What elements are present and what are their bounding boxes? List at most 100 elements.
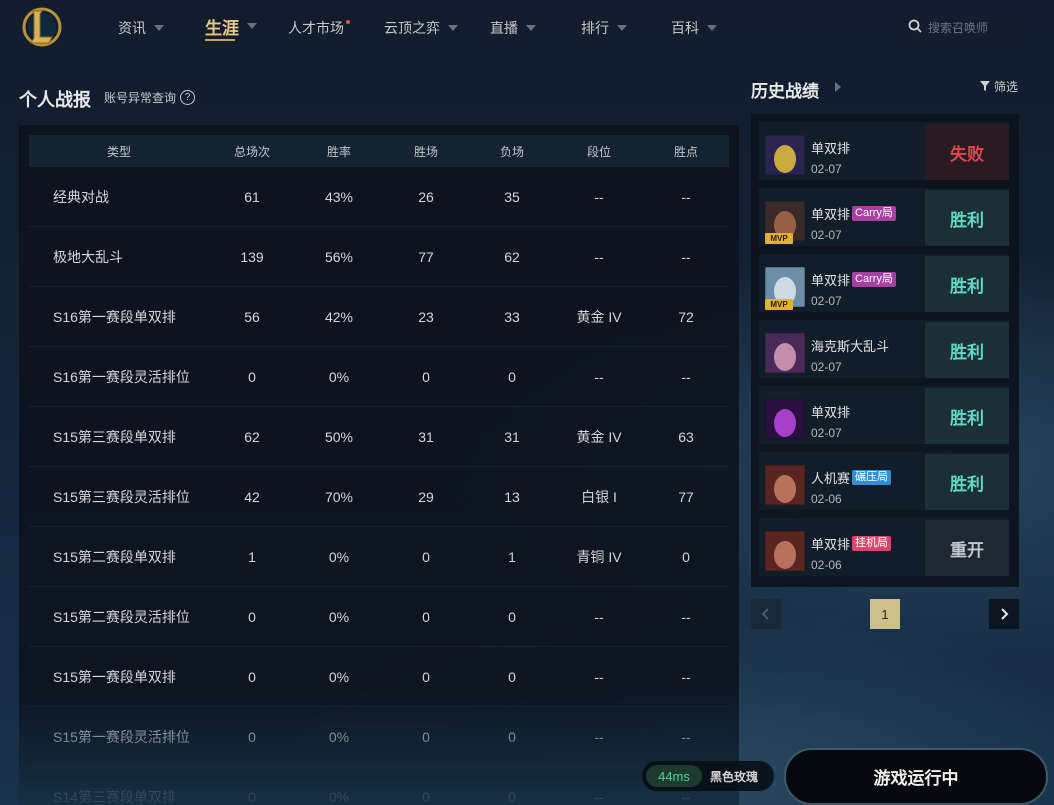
play-button[interactable]: 游戏运行中 — [784, 748, 1048, 805]
table-cell: 31 — [418, 428, 434, 445]
table-cell: 0 — [508, 608, 516, 625]
question-circle-icon[interactable]: ? — [180, 90, 196, 105]
table-row: S16第一赛段灵活排位 0 0% 0 0 -- -- — [29, 347, 729, 407]
match-tag: Carry局 — [852, 206, 896, 221]
table-cell: 50% — [324, 428, 354, 445]
filter-button[interactable]: 筛选 — [980, 78, 1018, 95]
nav-tft[interactable]: 云顶之弈 — [384, 16, 458, 40]
match-card[interactable]: 海克斯大乱斗 02-07 胜利 — [759, 320, 1009, 378]
nav-news[interactable]: 资讯 — [118, 16, 164, 40]
match-tag: 挂机局 — [852, 536, 892, 551]
table-cell: 1 — [248, 548, 256, 565]
chevron-down-icon — [707, 25, 717, 31]
nav-career[interactable]: 生涯 — [205, 14, 257, 41]
table-cell: 0 — [422, 788, 430, 805]
table-cell: S15第一赛段单双排 — [53, 668, 176, 685]
table-cell: 72 — [678, 308, 694, 325]
nav-talent-market[interactable]: 人才市场 — [288, 16, 350, 40]
chevron-down-icon — [448, 25, 458, 31]
filter-label: 筛选 — [994, 80, 1019, 94]
column-header: 负场 — [499, 144, 524, 159]
page-number-button[interactable]: 1 — [870, 599, 900, 629]
search-icon — [908, 19, 922, 38]
table-row: S15第一赛段灵活排位 0 0% 0 0 -- -- — [29, 707, 729, 767]
table-cell: 62 — [504, 248, 520, 265]
table-cell: 13 — [504, 488, 520, 505]
match-card[interactable]: 单双排 挂机局 02-06 重开 — [759, 518, 1009, 576]
table-cell: 0% — [328, 608, 350, 625]
table-row: S15第三赛段单双排 62 50% 31 31 黄金 IV 63 — [29, 407, 729, 467]
match-card[interactable]: MVP 单双排 Carry局 02-07 胜利 — [759, 254, 1009, 312]
table-cell: 0 — [248, 728, 256, 745]
match-card[interactable]: 单双排 02-07 胜利 — [759, 386, 1009, 444]
account-abnormal-label: 账号异常查询 — [104, 91, 177, 105]
active-underline — [205, 39, 235, 41]
mvp-badge: MVP — [765, 233, 793, 244]
stats-table-header: 类型 总场次 胜率 胜场 负场 段位 胜点 — [29, 135, 729, 167]
table-cell: S15第三赛段灵活排位 — [53, 488, 190, 505]
match-mode-label: 海克斯大乱斗 — [811, 339, 890, 354]
match-result: 胜利 — [925, 454, 1009, 510]
column-header: 胜场 — [413, 144, 438, 159]
table-cell: 0 — [422, 728, 430, 745]
table-cell: -- — [594, 188, 604, 205]
table-cell: 0 — [248, 668, 256, 685]
match-date: 02-07 — [811, 162, 842, 176]
account-abnormal-link[interactable]: 账号异常查询 ? — [104, 89, 196, 106]
table-row: S16第一赛段单双排 56 42% 23 33 黄金 IV 72 — [29, 287, 729, 347]
league-logo[interactable] — [22, 5, 62, 49]
ping-value: 44ms — [646, 765, 702, 787]
table-cell: 77 — [418, 248, 434, 265]
column-header: 胜点 — [673, 144, 698, 159]
champion-avatar — [765, 465, 805, 505]
table-cell: 黄金 IV — [576, 428, 622, 445]
match-card[interactable]: MVP 单双排 Carry局 02-07 胜利 — [759, 188, 1009, 246]
chevron-right-icon[interactable] — [835, 82, 841, 92]
nav-talent-market-label: 人才市场 — [288, 20, 344, 36]
match-date: 02-07 — [811, 426, 842, 440]
table-cell: 77 — [678, 488, 694, 505]
history-title[interactable]: 历史战绩 — [751, 77, 819, 102]
table-cell: 0 — [422, 668, 430, 685]
match-mode: 人机赛 碾压局 — [811, 468, 892, 487]
table-cell: 70% — [324, 488, 354, 505]
table-cell: 42% — [324, 308, 354, 325]
prev-page-button[interactable] — [751, 599, 781, 629]
match-mode-label: 人机赛 — [811, 471, 851, 486]
table-cell: 青铜 IV — [576, 548, 622, 565]
search-input[interactable] — [928, 21, 1020, 35]
server-status: 44ms 黑色玫瑰 — [642, 761, 774, 791]
next-page-button[interactable] — [989, 599, 1019, 629]
match-card[interactable]: 单双排 02-07 失败 — [759, 122, 1009, 180]
match-mode: 海克斯大乱斗 — [811, 336, 889, 355]
summoner-search[interactable] — [898, 15, 1024, 41]
table-cell: 29 — [418, 488, 434, 505]
stats-table-body: 经典对战 61 43% 26 35 -- -- 极地大乱斗 139 56% 77 62 -- -- S16第… — [29, 167, 729, 805]
table-cell: S15第三赛段单双排 — [53, 428, 176, 445]
table-cell: 0 — [248, 788, 256, 805]
match-mode-label: 单双排 — [811, 207, 851, 222]
table-cell: 23 — [418, 308, 434, 325]
table-cell: 极地大乱斗 — [53, 248, 123, 265]
match-card[interactable]: 人机赛 碾压局 02-06 胜利 — [759, 452, 1009, 510]
table-cell: 0 — [682, 548, 690, 565]
table-cell: 0 — [248, 368, 256, 385]
table-cell: 26 — [418, 188, 434, 205]
match-mode-label: 单双排 — [811, 537, 851, 552]
match-date: 02-06 — [811, 492, 842, 506]
table-cell: -- — [681, 608, 691, 625]
server-name: 黑色玫瑰 — [710, 769, 759, 784]
match-date: 02-06 — [811, 558, 842, 572]
table-cell: 0% — [328, 668, 350, 685]
chevron-down-icon — [617, 25, 627, 31]
match-tag: Carry局 — [852, 272, 896, 287]
nav-ranking[interactable]: 排行 — [581, 16, 627, 40]
match-date: 02-07 — [811, 294, 842, 308]
match-result: 胜利 — [925, 322, 1009, 378]
nav-wiki[interactable]: 百科 — [671, 16, 717, 40]
champion-avatar — [765, 531, 805, 571]
champion-avatar — [765, 135, 805, 175]
table-row: S15第一赛段单双排 0 0% 0 0 -- -- — [29, 647, 729, 707]
table-cell: 0 — [422, 608, 430, 625]
nav-live[interactable]: 直播 — [490, 16, 536, 40]
